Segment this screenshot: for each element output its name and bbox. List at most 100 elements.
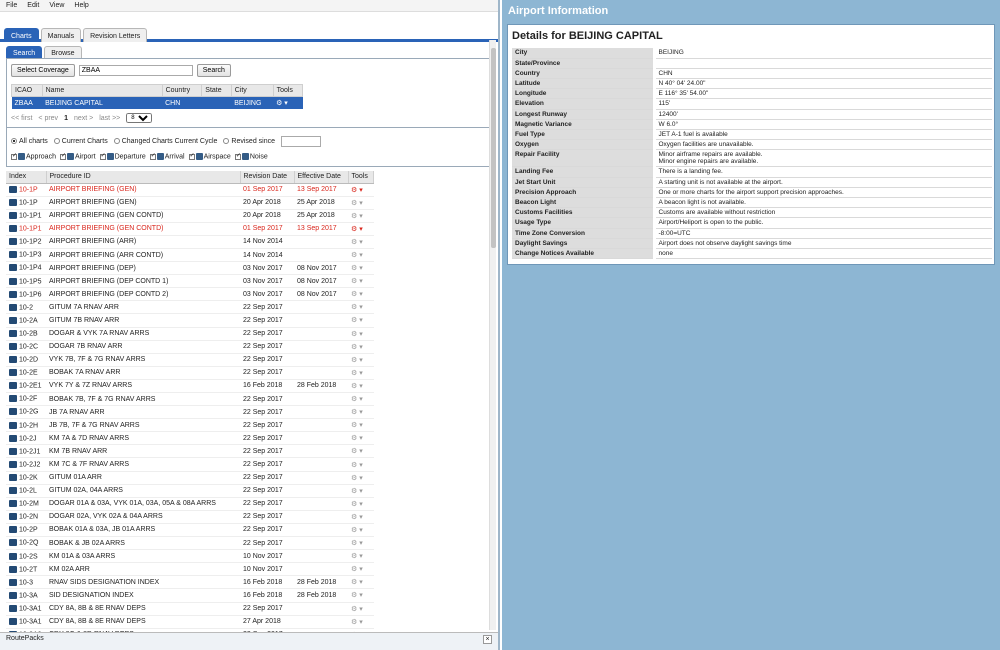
chart-icon[interactable] (9, 225, 17, 233)
procedure-id[interactable]: AIRPORT BRIEFING (ARR) (46, 235, 240, 249)
procedure-id[interactable]: VYK 7Y & 7Z RNAV ARRS (46, 379, 240, 394)
table-row[interactable]: 10-3A SID DESIGNATION INDEX 16 Feb 2018 28 … (6, 588, 374, 603)
gear-icon[interactable]: ⚙ ▾ (348, 235, 374, 249)
chart-icon[interactable] (9, 212, 17, 220)
table-row[interactable]: 10-3 RNAV SIDS DESIGNATION INDEX 16 Feb 20… (6, 575, 374, 590)
gear-icon[interactable]: ⚙ ▾ (348, 313, 374, 328)
gear-icon[interactable]: ⚙ ▾ (348, 602, 374, 616)
pager-last[interactable]: last >> (99, 115, 120, 122)
col-revision-date[interactable]: Revision Date (240, 171, 295, 184)
gear-icon[interactable]: ⚙ ▾ (348, 248, 374, 263)
menu-view[interactable]: View (49, 2, 64, 9)
tab-search[interactable]: Search (6, 46, 43, 58)
procedure-id[interactable]: BOBAK 7B, 7F & 7G RNAV ARRS (46, 392, 240, 407)
gear-icon[interactable]: ⚙ ▾ (348, 340, 374, 354)
col-procedure-id[interactable]: Procedure ID (46, 171, 241, 184)
procedure-id[interactable]: AIRPORT BRIEFING (GEN CONTD) (46, 222, 240, 236)
cat-airspace[interactable]: Airspace (188, 152, 231, 161)
chart-icon[interactable] (9, 447, 17, 455)
menu-file[interactable]: File (6, 2, 17, 9)
tab-revision-letters[interactable]: Revision Letters (83, 28, 148, 42)
gear-icon[interactable]: ⚙ ▾ (348, 418, 374, 433)
chart-icon[interactable] (9, 238, 17, 246)
tab-browse[interactable]: Browse (44, 46, 82, 58)
table-row[interactable]: 10-1P3 AIRPORT BRIEFING (ARR CONTD) 14 Nov… (6, 248, 374, 263)
table-row[interactable]: 10-2Q BOBAK & JB 02A ARRS 22 Sep 2017 ⚙ ▾ (6, 536, 374, 551)
cat-airport[interactable]: Airport (59, 152, 96, 161)
chart-icon[interactable] (9, 198, 17, 206)
procedure-id[interactable]: BOBAK 01A & 03A, JB 01A ARRS (46, 523, 240, 538)
filter-revised-since[interactable]: Revised since (223, 138, 275, 145)
procedure-id[interactable]: KM 01A & 03A ARRS (46, 549, 240, 564)
chart-icon[interactable] (9, 513, 17, 521)
procedure-id[interactable]: BOBAK & JB 02A ARRS (46, 536, 240, 551)
cat-approach[interactable]: Approach (11, 152, 56, 161)
procedure-id[interactable]: BOBAK 7A RNAV ARR (46, 366, 240, 380)
gear-icon[interactable]: ⚙ ▾ (348, 209, 374, 223)
procedure-id[interactable]: AIRPORT BRIEFING (DEP CONTD 2) (46, 287, 240, 302)
table-row[interactable]: 10-2 GITUM 7A RNAV ARR 22 Sep 2017 ⚙ ▾ (6, 300, 374, 315)
page-size-select[interactable]: 8 (126, 113, 153, 123)
table-row[interactable]: 10-2J2 KM 7C & 7F RNAV ARRS 22 Sep 2017 ⚙ ▾ (6, 457, 374, 472)
table-row[interactable]: 10-2F BOBAK 7B, 7F & 7G RNAV ARRS 22 Sep 2… (6, 392, 374, 407)
gear-icon[interactable]: ⚙ ▾ (348, 615, 374, 629)
procedure-id[interactable]: CDY 8A, 8B & 8E RNAV DEPS (46, 602, 240, 616)
col-index[interactable]: Index (6, 171, 47, 184)
chart-icon[interactable] (9, 500, 17, 508)
gear-icon[interactable]: ⚙ ▾ (348, 353, 374, 367)
gear-icon[interactable]: ⚙ ▾ (348, 588, 374, 603)
gear-icon[interactable]: ⚙ ▾ (348, 536, 374, 551)
airport-tools-gear-icon[interactable]: ⚙ ▾ (273, 96, 303, 109)
table-row[interactable]: 10-2P BOBAK 01A & 03A, JB 01A ARRS 22 Sep … (6, 523, 374, 538)
procedure-id[interactable]: KM 7C & 7F RNAV ARRS (46, 457, 240, 472)
gear-icon[interactable]: ⚙ ▾ (348, 287, 374, 302)
chart-icon[interactable] (9, 552, 17, 560)
table-row[interactable]: 10-2L GITUM 02A, 04A ARRS 22 Sep 2017 ⚙ ▾ (6, 484, 374, 498)
revised-since-input[interactable] (281, 135, 321, 147)
chart-icon[interactable] (9, 343, 17, 350)
chart-icon[interactable] (9, 539, 17, 547)
gear-icon[interactable]: ⚙ ▾ (348, 327, 374, 341)
chart-icon[interactable] (9, 277, 17, 285)
scrollbar-thumb[interactable] (491, 48, 496, 248)
chart-icon[interactable] (9, 395, 17, 403)
procedure-id[interactable]: JB 7B, 7F & 7G RNAV ARRS (46, 418, 240, 433)
pager-prev[interactable]: < prev (38, 115, 58, 122)
procedure-id[interactable]: KM 7A & 7D RNAV ARRS (46, 431, 240, 446)
gear-icon[interactable]: ⚙ ▾ (348, 510, 374, 524)
procedure-id[interactable]: GITUM 02A, 04A ARRS (46, 484, 240, 498)
routepacks-label[interactable]: RoutePacks (6, 635, 44, 648)
gear-icon[interactable]: ⚙ ▾ (348, 366, 374, 380)
pager-next[interactable]: next > (74, 115, 93, 122)
gear-icon[interactable]: ⚙ ▾ (348, 405, 374, 420)
procedure-id[interactable]: GITUM 7B RNAV ARR (46, 313, 240, 328)
gear-icon[interactable]: ⚙ ▾ (348, 261, 374, 276)
chart-icon[interactable] (9, 185, 17, 193)
chart-icon[interactable] (9, 369, 17, 377)
table-row[interactable]: 10-3A1 CDY 8A, 8B & 8E RNAV DEPS 27 Apr 20… (6, 615, 374, 629)
filter-all-charts[interactable]: All charts (11, 138, 48, 145)
procedure-id[interactable]: SID DESIGNATION INDEX (46, 588, 240, 603)
chart-icon[interactable] (9, 578, 17, 586)
tab-manuals[interactable]: Manuals (40, 28, 82, 42)
chart-icon[interactable] (9, 617, 17, 625)
chart-icon[interactable] (9, 356, 17, 364)
chart-icon[interactable] (9, 290, 17, 298)
table-row[interactable]: 10-2C DOGAR 7B RNAV ARR 22 Sep 2017 ⚙ ▾ (6, 340, 374, 354)
procedure-id[interactable]: JB 7A RNAV ARR (46, 405, 240, 420)
search-input[interactable] (78, 64, 193, 76)
chart-icon[interactable] (9, 382, 17, 390)
gear-icon[interactable]: ⚙ ▾ (348, 300, 374, 315)
filter-changed-charts[interactable]: Changed Charts Current Cycle (113, 138, 217, 145)
search-button[interactable]: Search (196, 63, 231, 77)
gear-icon[interactable]: ⚙ ▾ (348, 444, 374, 459)
airport-row[interactable]: ZBAA BEIJING CAPITAL CHN BEIJING ⚙ ▾ (11, 96, 303, 109)
col-effective-date[interactable]: Effective Date (294, 171, 349, 184)
procedure-id[interactable]: AIRPORT BRIEFING (DEP) (46, 261, 240, 276)
gear-icon[interactable]: ⚙ ▾ (348, 274, 374, 289)
table-row[interactable]: 10-2D VYK 7B, 7F & 7G RNAV ARRS 22 Sep 201… (6, 353, 374, 367)
chart-icon[interactable] (9, 303, 17, 311)
gear-icon[interactable]: ⚙ ▾ (348, 222, 374, 236)
col-name[interactable]: Name (41, 84, 163, 97)
chart-icon[interactable] (9, 565, 17, 573)
